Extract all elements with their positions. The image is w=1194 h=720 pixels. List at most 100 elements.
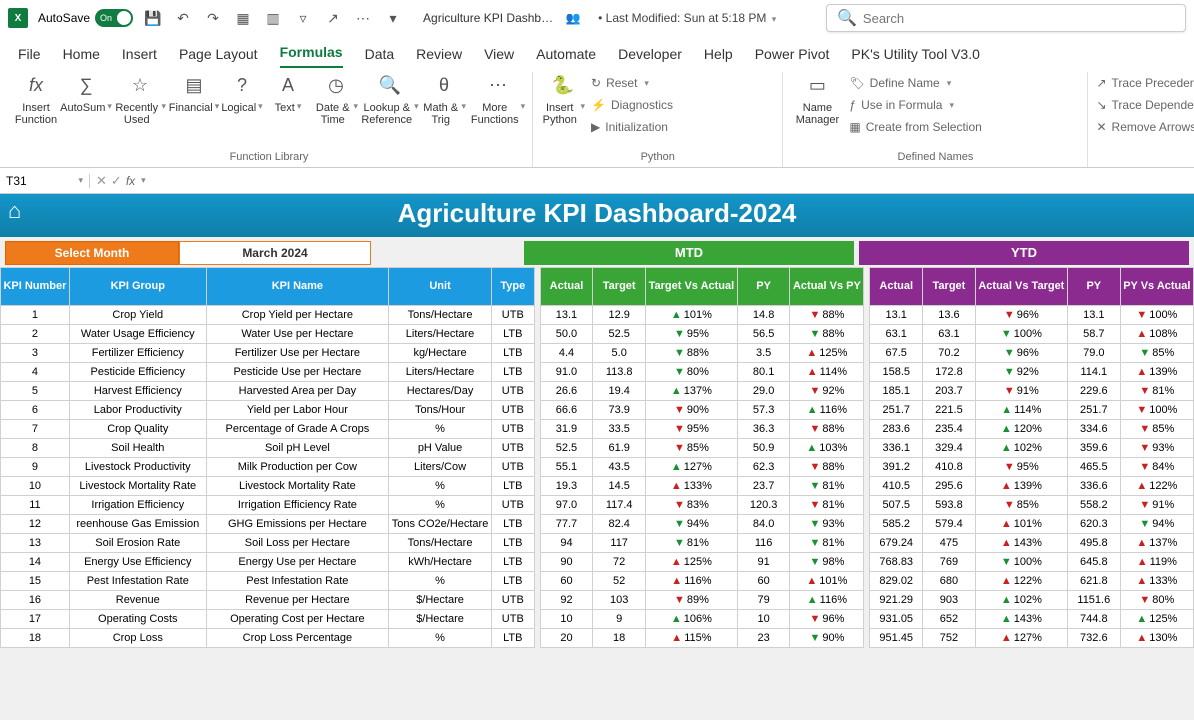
fx-label[interactable]: fx [126,174,135,188]
cell-kpi-group[interactable]: Livestock Productivity [69,458,206,477]
cell-ytd-py[interactable]: 251.7 [1067,401,1120,420]
table-row[interactable]: 6Labor ProductivityYield per Labor HourT… [1,401,1194,420]
define-name-button[interactable]: 🏷Define Name▾ [849,72,1079,94]
cell-kpi-group[interactable]: Pesticide Efficiency [69,363,206,382]
table-row[interactable]: 16RevenueRevenue per Hectare$/HectareUTB… [1,591,1194,610]
cell-mtd-actual[interactable]: 55.1 [540,458,593,477]
search-box[interactable]: 🔍 [826,4,1186,32]
cell-ytd-actual[interactable]: 768.83 [870,553,923,572]
cell-ytd-py[interactable]: 114.1 [1067,363,1120,382]
remove-arrows-button[interactable]: ✕Remove Arrows▾ [1096,116,1194,138]
cell-kpi-name[interactable]: Pesticide Use per Hectare [206,363,388,382]
cell-ytd-target[interactable]: 579.4 [923,515,976,534]
cell-ytd-pyva[interactable]: ▲137% [1120,534,1193,553]
cell-mtd-avpy[interactable]: ▼88% [790,420,864,439]
cell-ytd-actual[interactable]: 951.45 [870,629,923,648]
cell-unit[interactable]: % [389,420,492,439]
cell-mtd-tva[interactable]: ▼83% [646,496,738,515]
cell-mtd-tva[interactable]: ▼80% [646,363,738,382]
cell-kpi-number[interactable]: 18 [1,629,70,648]
cell-type[interactable]: UTB [492,382,535,401]
cell-mtd-target[interactable]: 19.4 [593,382,646,401]
cell-mtd-avpy[interactable]: ▼93% [790,515,864,534]
initialization-button[interactable]: ▶Initialization [591,116,774,138]
cell-ytd-target[interactable]: 203.7 [923,382,976,401]
cell-ytd-actual[interactable]: 921.29 [870,591,923,610]
cell-ytd-avt[interactable]: ▼91% [975,382,1067,401]
cell-ytd-actual[interactable]: 63.1 [870,325,923,344]
cell-mtd-target[interactable]: 52.5 [593,325,646,344]
cell-ytd-avt[interactable]: ▲122% [975,572,1067,591]
cell-ytd-pyva[interactable]: ▲125% [1120,610,1193,629]
cell-ytd-target[interactable]: 70.2 [923,344,976,363]
cell-kpi-group[interactable]: Crop Yield [69,306,206,325]
tab-file[interactable]: File [18,46,41,68]
cell-ytd-target[interactable]: 903 [923,591,976,610]
toggle-switch[interactable]: On [95,9,133,27]
cell-ytd-avt[interactable]: ▲102% [975,591,1067,610]
table-row[interactable]: 11Irrigation EfficiencyIrrigation Effici… [1,496,1194,515]
cell-mtd-py[interactable]: 57.3 [737,401,790,420]
cell-unit[interactable]: Liters/Cow [389,458,492,477]
cell-mtd-py[interactable]: 23.7 [737,477,790,496]
cell-type[interactable]: UTB [492,610,535,629]
cell-unit[interactable]: pH Value [389,439,492,458]
cell-mtd-tva[interactable]: ▼90% [646,401,738,420]
cell-ytd-pyva[interactable]: ▼100% [1120,401,1193,420]
use-in-formula-button[interactable]: ƒUse in Formula▾ [849,94,1079,116]
cell-mtd-target[interactable]: 5.0 [593,344,646,363]
text-button[interactable]: AText▾ [268,72,308,149]
logical-button[interactable]: ?Logical▾ [222,72,262,149]
cell-unit[interactable]: Hectares/Day [389,382,492,401]
cell-mtd-target[interactable]: 12.9 [593,306,646,325]
cell-kpi-name[interactable]: Yield per Labor Hour [206,401,388,420]
cell-mtd-actual[interactable]: 91.0 [540,363,593,382]
search-input[interactable] [863,11,1175,26]
cell-mtd-tva[interactable]: ▲137% [646,382,738,401]
cell-ytd-target[interactable]: 295.6 [923,477,976,496]
cell-mtd-tva[interactable]: ▼81% [646,534,738,553]
cell-unit[interactable]: Tons/Hour [389,401,492,420]
cell-mtd-tva[interactable]: ▼85% [646,439,738,458]
cell-kpi-group[interactable]: Irrigation Efficiency [69,496,206,515]
cell-ytd-avt[interactable]: ▼100% [975,553,1067,572]
cell-ytd-actual[interactable]: 283.6 [870,420,923,439]
cell-kpi-name[interactable]: Milk Production per Cow [206,458,388,477]
table-row[interactable]: 18Crop LossCrop Loss Percentage%LTB2018▲… [1,629,1194,648]
cell-type[interactable]: LTB [492,629,535,648]
table-row[interactable]: 2Water Usage EfficiencyWater Use per Hec… [1,325,1194,344]
cell-ytd-py[interactable]: 79.0 [1067,344,1120,363]
cell-ytd-pyva[interactable]: ▲119% [1120,553,1193,572]
month-value[interactable]: March 2024 [179,241,371,265]
cell-ytd-avt[interactable]: ▲143% [975,534,1067,553]
cell-ytd-avt[interactable]: ▼85% [975,496,1067,515]
cell-ytd-py[interactable]: 732.6 [1067,629,1120,648]
cell-mtd-actual[interactable]: 66.6 [540,401,593,420]
cell-ytd-target[interactable]: 63.1 [923,325,976,344]
cell-mtd-tva[interactable]: ▼94% [646,515,738,534]
cell-kpi-group[interactable]: Crop Quality [69,420,206,439]
cell-ytd-pyva[interactable]: ▼81% [1120,382,1193,401]
cell-ytd-py[interactable]: 495.8 [1067,534,1120,553]
cell-kpi-number[interactable]: 13 [1,534,70,553]
math-trig-button[interactable]: θMath & Trig▾ [422,72,466,149]
cell-mtd-py[interactable]: 3.5 [737,344,790,363]
cell-ytd-pyva[interactable]: ▼80% [1120,591,1193,610]
tab-developer[interactable]: Developer [618,46,682,68]
cell-kpi-group[interactable]: Energy Use Efficiency [69,553,206,572]
cell-unit[interactable]: kg/Hectare [389,344,492,363]
cell-kpi-name[interactable]: Crop Loss Percentage [206,629,388,648]
cell-kpi-group[interactable]: Livestock Mortality Rate [69,477,206,496]
cell-mtd-avpy[interactable]: ▲116% [790,401,864,420]
cell-ytd-target[interactable]: 172.8 [923,363,976,382]
cell-mtd-tva[interactable]: ▲106% [646,610,738,629]
cell-ytd-actual[interactable]: 507.5 [870,496,923,515]
cell-mtd-target[interactable]: 103 [593,591,646,610]
cell-type[interactable]: LTB [492,363,535,382]
cell-mtd-tva[interactable]: ▼95% [646,325,738,344]
cell-mtd-py[interactable]: 62.3 [737,458,790,477]
cell-kpi-number[interactable]: 11 [1,496,70,515]
table-row[interactable]: 5Harvest EfficiencyHarvested Area per Da… [1,382,1194,401]
cell-mtd-target[interactable]: 117 [593,534,646,553]
cell-kpi-number[interactable]: 5 [1,382,70,401]
